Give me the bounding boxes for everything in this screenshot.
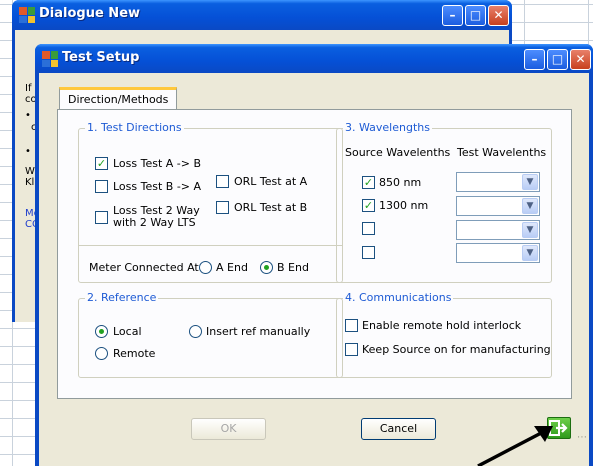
reference-local-label: Local (113, 325, 142, 338)
test-wavelengths-header: Test Wavelenths (457, 146, 547, 159)
reference-remote-label: Remote (113, 347, 156, 360)
chevron-down-icon: ▼ (522, 174, 538, 190)
keep-source-checkbox[interactable] (345, 343, 358, 356)
close-button[interactable]: ✕ (570, 49, 591, 70)
tab-panel: 1. Test Directions ✓ Loss Test A -> B Lo… (57, 109, 572, 399)
source-wavelengths-header: Source Wavelenths (345, 146, 451, 159)
ok-button[interactable]: OK (191, 418, 266, 440)
wl-1300-checkbox[interactable]: ✓ (362, 199, 375, 212)
b-end-label: B End (277, 261, 309, 274)
background-window-titlebar: Dialogue New – □ ✕ (12, 0, 512, 30)
chevron-down-icon: ▼ (522, 245, 538, 261)
wl-4-checkbox[interactable] (362, 246, 375, 259)
exit-arrow-button[interactable] (547, 417, 571, 439)
remote-hold-label: Enable remote hold interlock (362, 319, 522, 332)
dialog-client-area: Direction/Methods 1. Test Directions ✓ L… (39, 73, 589, 466)
maximize-button[interactable]: □ (547, 49, 568, 70)
loss-2way-checkbox[interactable] (95, 211, 108, 224)
test-directions-group: 1. Test Directions ✓ Loss Test A -> B Lo… (78, 121, 343, 283)
resize-grip-icon[interactable]: ⋯ (577, 432, 587, 443)
test-directions-legend: 1. Test Directions (85, 121, 184, 134)
app-icon (42, 51, 58, 67)
orl-a-checkbox[interactable] (216, 175, 229, 188)
loss-a-b-checkbox[interactable]: ✓ (95, 157, 108, 170)
loss-b-a-checkbox[interactable] (95, 180, 108, 193)
test-wavelength-select-3[interactable]: ▼ (456, 220, 540, 240)
reference-legend: 2. Reference (85, 291, 159, 304)
orl-b-checkbox[interactable] (216, 201, 229, 214)
test-wavelength-select-2[interactable]: ▼ (456, 196, 540, 216)
insert-ref-manually-label: Insert ref manually (206, 325, 311, 338)
remote-hold-checkbox[interactable] (345, 319, 358, 332)
test-setup-dialog: Test Setup – □ ✕ Direction/Methods 1. Te… (35, 44, 593, 466)
keep-source-label: Keep Source on for manufacturing (362, 343, 551, 356)
wavelengths-legend: 3. Wavelengths (343, 121, 432, 134)
b-end-radio[interactable] (260, 261, 273, 274)
wl-850-label: 850 nm (379, 176, 422, 189)
tab-direction-methods[interactable]: Direction/Methods (59, 87, 178, 109)
orl-a-label: ORL Test at A (234, 175, 308, 188)
exit-arrow-icon (549, 420, 568, 436)
communications-legend: 4. Communications (343, 291, 454, 304)
loss-2way-label-line2: with 2 Way LTS (113, 216, 196, 229)
chevron-down-icon: ▼ (522, 222, 538, 238)
reference-remote-radio[interactable] (95, 347, 108, 360)
communications-group: 4. Communications Enable remote hold int… (336, 291, 552, 378)
text-fragment: Kl (25, 177, 35, 188)
reference-local-radio[interactable] (95, 325, 108, 338)
loss-b-a-label: Loss Test B -> A (113, 180, 202, 193)
test-wavelength-select-1[interactable]: ▼ (456, 172, 540, 192)
a-end-radio[interactable] (199, 261, 212, 274)
chevron-down-icon: ▼ (522, 198, 538, 214)
wl-850-checkbox[interactable]: ✓ (362, 176, 375, 189)
app-icon (19, 7, 35, 23)
test-wavelength-select-4[interactable]: ▼ (456, 243, 540, 263)
group-divider (78, 245, 343, 246)
dialog-titlebar: Test Setup – □ ✕ (35, 44, 593, 73)
text-fragment: W (25, 166, 35, 177)
cancel-button[interactable]: Cancel (361, 418, 436, 440)
wl-1300-label: 1300 nm (379, 199, 429, 212)
maximize-button[interactable]: □ (465, 5, 486, 26)
dialog-title: Test Setup (62, 50, 140, 65)
meter-connected-label: Meter Connected At (89, 261, 199, 274)
minimize-button[interactable]: – (442, 5, 463, 26)
loss-a-b-label: Loss Test A -> B (113, 157, 202, 170)
insert-ref-manually-radio[interactable] (189, 325, 202, 338)
background-window-title: Dialogue New (39, 6, 141, 21)
wavelengths-group: 3. Wavelengths Source Wavelenths Test Wa… (336, 121, 552, 283)
close-button[interactable]: ✕ (488, 5, 509, 26)
wl-3-checkbox[interactable] (362, 222, 375, 235)
orl-b-label: ORL Test at B (234, 201, 308, 214)
minimize-button[interactable]: – (524, 49, 545, 70)
reference-group: 2. Reference Local Remote Insert ref man… (78, 291, 343, 378)
a-end-label: A End (216, 261, 248, 274)
